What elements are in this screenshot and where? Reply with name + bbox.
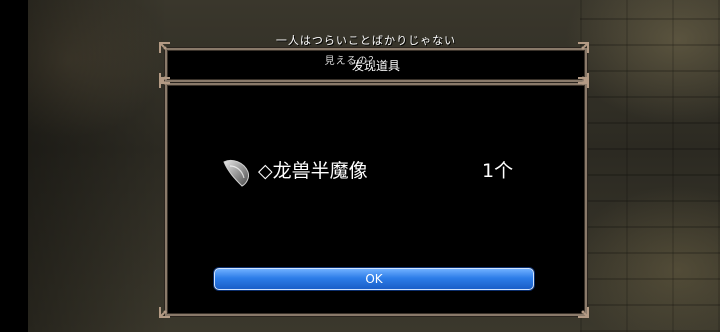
frame-corner-ornament-icon: [158, 76, 172, 90]
frame-corner-ornament-icon: [576, 76, 590, 90]
frame-corner-ornament-icon: [576, 41, 590, 55]
item-count: 1个: [482, 160, 514, 182]
background-left-wall: [28, 0, 168, 332]
fang-item-icon: [218, 154, 254, 190]
frame-corner-ornament-icon: [158, 41, 172, 55]
frame-corner-ornament-icon: [158, 305, 172, 319]
ok-button[interactable]: OK: [214, 268, 534, 290]
item-name: ◇龙兽半魔像: [258, 160, 368, 182]
scene-title-line2: 見えるの？: [324, 56, 380, 67]
frame-corner-ornament-icon: [576, 305, 590, 319]
screen-left-edge: [0, 0, 28, 332]
background-brick-wall: [580, 0, 720, 332]
scene-title-line1: 一人はつらいことばかりじゃない: [275, 34, 457, 47]
